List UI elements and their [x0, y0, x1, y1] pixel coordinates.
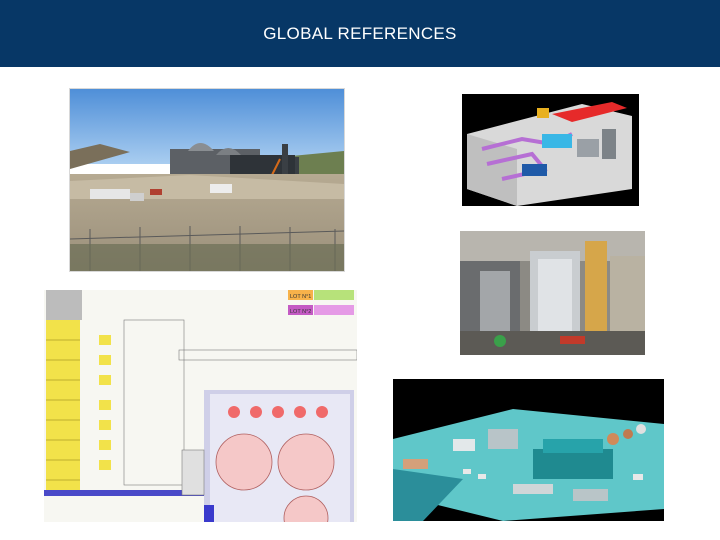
industrial-plant-photo: [460, 231, 645, 355]
page-title: GLOBAL REFERENCES: [263, 23, 457, 43]
plan-label-lot1: LOT N°1: [290, 294, 311, 300]
header-bar: GLOBAL REFERENCES: [0, 0, 720, 67]
construction-site-photo: [69, 88, 345, 272]
site-layout-plan: LOT N°1 LOT N°2: [44, 290, 357, 522]
equipment-3d-model: [462, 94, 639, 206]
plan-label-lot2: LOT N°2: [290, 309, 311, 315]
facility-3d-aerial-render: [393, 379, 664, 521]
